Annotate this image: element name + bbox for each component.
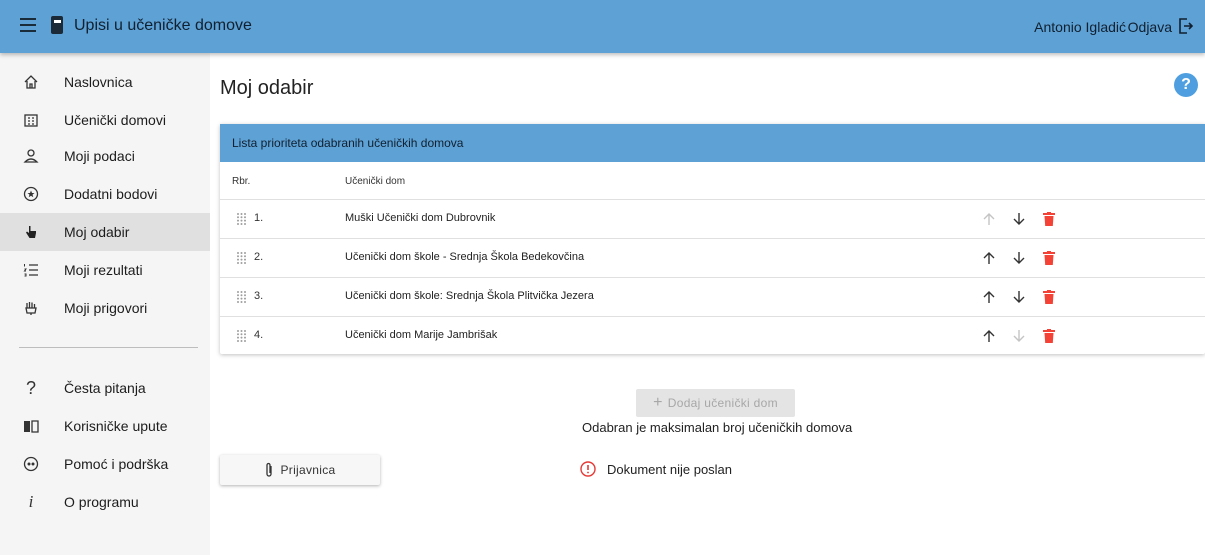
- plus-icon: +: [653, 394, 663, 411]
- sidebar-item-label: Moji podaci: [64, 148, 135, 164]
- logout-link[interactable]: Odjava: [1128, 19, 1172, 35]
- table-row: 4. Učenički dom Marije Jambrišak: [220, 316, 1205, 355]
- hand-pointer-icon: [22, 223, 40, 241]
- drag-handle-icon[interactable]: [236, 251, 247, 265]
- sidebar-item-moji-podaci[interactable]: Moji podaci: [0, 137, 210, 175]
- sidebar-item-label: Učenički domovi: [64, 112, 166, 128]
- move-down-icon[interactable]: [1010, 288, 1028, 306]
- sidebar: Naslovnica Učenički domovi Moji podaci D…: [0, 53, 210, 555]
- alert-circle-icon: [580, 461, 596, 477]
- logout-icon[interactable]: [1178, 17, 1194, 35]
- move-up-icon[interactable]: [980, 210, 998, 228]
- card-header: Lista prioriteta odabranih učeničkih dom…: [220, 124, 1205, 162]
- menu-icon[interactable]: [20, 18, 36, 32]
- dom-name: Učenički dom Marije Jambrišak: [345, 329, 498, 341]
- row-number: 2.: [254, 251, 264, 263]
- info-icon: i: [28, 492, 34, 511]
- drag-handle-icon[interactable]: [236, 329, 247, 343]
- sidebar-item-label: Moj odabir: [64, 224, 130, 240]
- delete-icon[interactable]: [1040, 249, 1058, 267]
- sidebar-item-label: Korisničke upute: [64, 418, 168, 434]
- dom-name: Učenički dom škole - Srednja Škola Bedek…: [345, 251, 585, 263]
- sidebar-divider: [19, 347, 198, 348]
- logo-icon: [51, 16, 63, 34]
- row-number: 4.: [254, 329, 264, 341]
- move-up-icon[interactable]: [980, 327, 998, 345]
- delete-icon[interactable]: [1040, 210, 1058, 228]
- table-row: 2. Učenički dom škole - Srednja Škola Be…: [220, 238, 1205, 277]
- sidebar-item-label: Pomoć i podrška: [64, 456, 169, 472]
- building-icon: [22, 111, 40, 129]
- add-dom-label: Dodaj učenički dom: [667, 396, 778, 410]
- sidebar-item-ucenicki-domovi[interactable]: Učenički domovi: [0, 101, 210, 139]
- delete-icon[interactable]: [1040, 327, 1058, 345]
- page-title: Moj odabir: [220, 77, 314, 99]
- priority-list-card: Lista prioriteta odabranih učeničkih dom…: [220, 124, 1205, 354]
- sidebar-item-korisnicke-upute[interactable]: Korisničke upute: [0, 407, 210, 445]
- list-numbered-icon: [22, 261, 40, 279]
- sidebar-item-label: O programu: [64, 494, 139, 510]
- table-row: 1. Muški Učenički dom Dubrovnik: [220, 199, 1205, 238]
- max-selection-note: Odabran je maksimalan broj učeničkih dom…: [582, 420, 853, 435]
- hand-raised-icon: [22, 299, 40, 317]
- dom-name: Muški Učenički dom Dubrovnik: [345, 212, 496, 224]
- document-status: Dokument nije poslan: [607, 462, 733, 477]
- drag-handle-icon[interactable]: [236, 290, 247, 304]
- row-number: 3.: [254, 290, 264, 302]
- prijavnica-button[interactable]: Prijavnica: [220, 455, 380, 485]
- support-icon: [22, 455, 40, 473]
- add-dom-button[interactable]: + Dodaj učenički dom: [636, 389, 795, 417]
- card-title: Lista prioriteta odabranih učeničkih dom…: [232, 136, 464, 150]
- sidebar-item-label: Moji rezultati: [64, 262, 143, 278]
- question-icon: ?: [25, 377, 36, 398]
- move-down-icon[interactable]: [1010, 210, 1028, 228]
- sidebar-item-moji-prigovori[interactable]: Moji prigovori: [0, 289, 210, 327]
- sidebar-item-o-programu[interactable]: i O programu: [0, 483, 210, 521]
- prijavnica-label: Prijavnica: [280, 463, 336, 477]
- move-down-icon[interactable]: [1010, 327, 1028, 345]
- sidebar-item-label: Naslovnica: [64, 74, 133, 90]
- move-up-icon[interactable]: [980, 288, 998, 306]
- sidebar-item-moji-rezultati[interactable]: Moji rezultati: [0, 251, 210, 289]
- book-icon: [22, 417, 40, 435]
- sidebar-item-naslovnica[interactable]: Naslovnica: [0, 63, 210, 101]
- home-icon: [22, 73, 40, 91]
- paperclip-icon: [266, 462, 273, 477]
- column-header-rbr: Rbr.: [232, 176, 251, 187]
- person-icon: [22, 147, 40, 165]
- app-header: Upisi u učeničke domove Antonio Igladić …: [0, 0, 1205, 53]
- dom-name: Učenički dom škole: Srednja Škola Plitvi…: [345, 290, 594, 302]
- sidebar-item-moj-odabir[interactable]: Moj odabir: [0, 213, 210, 251]
- sidebar-item-label: Dodatni bodovi: [64, 186, 158, 202]
- move-up-icon[interactable]: [980, 249, 998, 267]
- table-row: 3. Učenički dom škole: Srednja Škola Pli…: [220, 277, 1205, 316]
- user-name: Antonio Igladić: [1034, 19, 1126, 35]
- sidebar-item-label: Česta pitanja: [64, 380, 146, 396]
- badge-star-icon: [22, 185, 40, 203]
- sidebar-item-label: Moji prigovori: [64, 300, 148, 316]
- move-down-icon[interactable]: [1010, 249, 1028, 267]
- delete-icon[interactable]: [1040, 288, 1058, 306]
- help-button[interactable]: ?: [1174, 73, 1198, 97]
- row-number: 1.: [254, 212, 264, 224]
- drag-handle-icon[interactable]: [236, 212, 247, 226]
- sidebar-item-cesta-pitanja[interactable]: ? Česta pitanja: [0, 369, 210, 407]
- column-header-dom: Učenički dom: [345, 176, 406, 187]
- app-title: Upisi u učeničke domove: [74, 17, 252, 34]
- sidebar-item-dodatni-bodovi[interactable]: Dodatni bodovi: [0, 175, 210, 213]
- sidebar-item-pomoc-i-podrska[interactable]: Pomoć i podrška: [0, 445, 210, 483]
